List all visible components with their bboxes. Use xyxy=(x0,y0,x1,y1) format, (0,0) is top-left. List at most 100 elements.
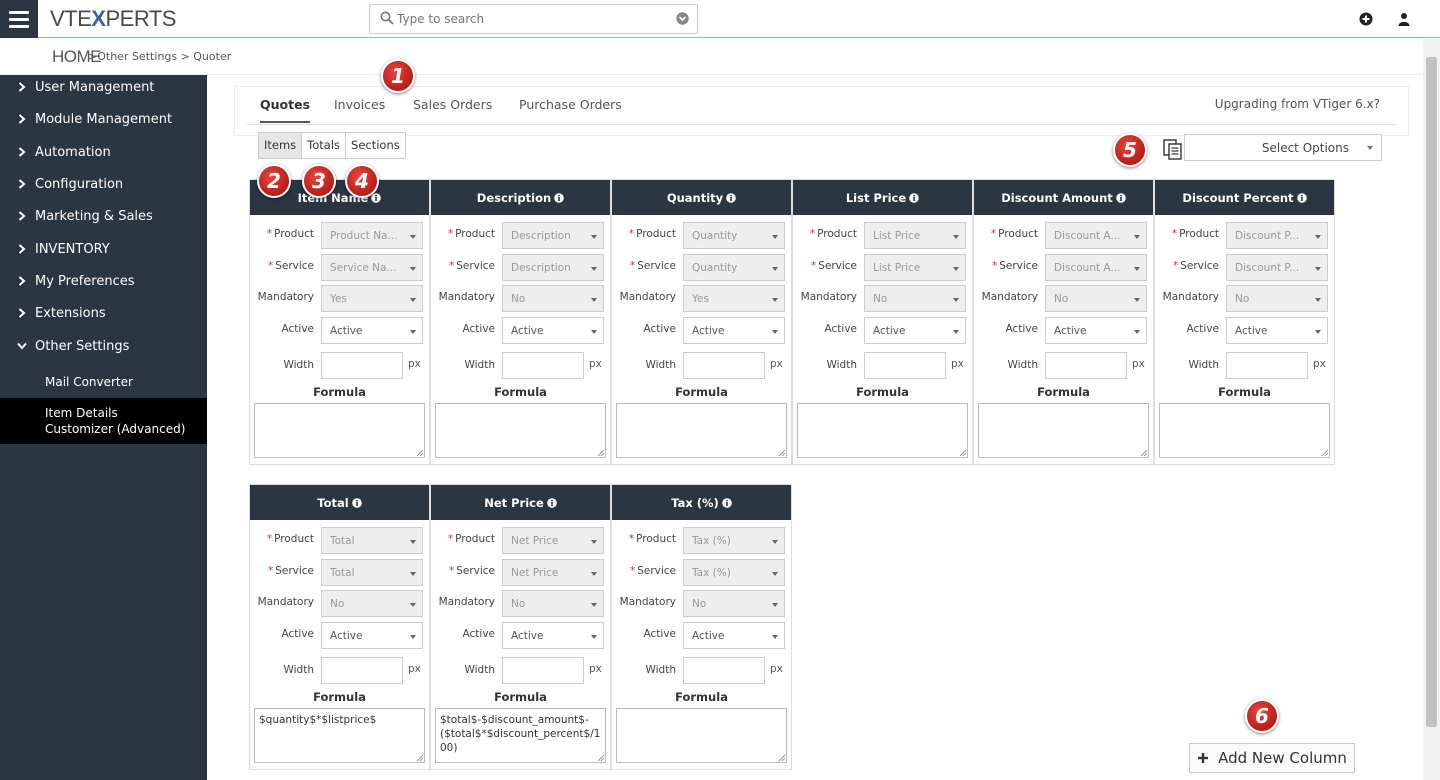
active-select[interactable]: Active xyxy=(502,622,604,649)
sidebar-item-automation[interactable]: Automation xyxy=(0,137,207,167)
formula-textarea[interactable] xyxy=(1159,403,1330,458)
add-new-column-button[interactable]: Add New Column xyxy=(1189,743,1355,773)
sidebar-item-module-management[interactable]: Module Management xyxy=(0,104,207,134)
mandatory-select[interactable]: Yes xyxy=(321,285,423,312)
info-icon[interactable] xyxy=(726,192,736,203)
formula-textarea[interactable] xyxy=(616,708,787,763)
mandatory-select[interactable]: No xyxy=(864,285,966,312)
sidebar-item-user-management[interactable]: User Management xyxy=(0,72,207,102)
width-input[interactable] xyxy=(1045,352,1127,379)
resize-grip-icon[interactable] xyxy=(1140,449,1147,456)
active-select[interactable]: Active xyxy=(321,622,423,649)
mandatory-select[interactable]: No xyxy=(502,285,604,312)
tab-quotes[interactable]: Quotes xyxy=(260,97,311,123)
width-input[interactable] xyxy=(864,352,946,379)
search-box[interactable] xyxy=(369,4,698,34)
service-select[interactable]: Discount A... xyxy=(1045,254,1147,281)
formula-textarea[interactable] xyxy=(435,403,606,458)
active-select[interactable]: Active xyxy=(864,317,966,344)
info-icon[interactable] xyxy=(554,192,564,203)
product-select[interactable]: Tax (%) xyxy=(683,527,785,554)
resize-grip-icon[interactable] xyxy=(416,449,423,456)
product-select[interactable]: Product Na... xyxy=(321,222,423,249)
service-select[interactable]: Discount P... xyxy=(1226,254,1328,281)
upgrade-link[interactable]: Upgrading from VTiger 6.x? xyxy=(1215,97,1380,111)
app-logo[interactable]: VTEXPERTS xyxy=(50,6,176,32)
mandatory-select[interactable]: No xyxy=(321,590,423,617)
subtab-items[interactable]: Items xyxy=(259,133,303,158)
info-icon[interactable] xyxy=(909,192,919,203)
width-input[interactable] xyxy=(502,657,584,684)
service-select[interactable]: List Price xyxy=(864,254,966,281)
subtab-totals[interactable]: Totals xyxy=(302,133,347,158)
mandatory-select[interactable]: No xyxy=(1045,285,1147,312)
mandatory-select[interactable]: No xyxy=(502,590,604,617)
active-select[interactable]: Active xyxy=(683,317,785,344)
formula-textarea[interactable] xyxy=(254,403,425,458)
sidebar-subitem-item-details-customizer[interactable]: Item Details Customizer (Advanced) xyxy=(0,398,207,444)
resize-grip-icon[interactable] xyxy=(1321,449,1328,456)
service-select[interactable]: Tax (%) xyxy=(683,559,785,586)
service-select[interactable]: Service Na... xyxy=(321,254,423,281)
sidebar-item-other-settings[interactable]: Other Settings xyxy=(0,331,207,361)
add-plus-circle-icon[interactable] xyxy=(1359,12,1373,26)
breadcrumb-path[interactable]: >Other Settings > Quoter xyxy=(88,50,231,63)
width-input[interactable] xyxy=(683,352,765,379)
sidebar-item-extensions[interactable]: Extensions xyxy=(0,298,207,328)
width-input[interactable] xyxy=(502,352,584,379)
service-select[interactable]: Total xyxy=(321,559,423,586)
resize-grip-icon[interactable] xyxy=(959,449,966,456)
user-icon[interactable] xyxy=(1397,12,1411,26)
sidebar-item-marketing-sales[interactable]: Marketing & Sales xyxy=(0,201,207,231)
hamburger-menu-icon[interactable] xyxy=(0,0,38,38)
width-input[interactable] xyxy=(683,657,765,684)
scrollbar-thumb[interactable] xyxy=(1426,57,1437,727)
formula-textarea[interactable] xyxy=(797,403,968,458)
tab-sales-orders[interactable]: Sales Orders xyxy=(413,97,492,121)
formula-textarea[interactable] xyxy=(978,403,1149,458)
sidebar-item-inventory[interactable]: INVENTORY xyxy=(0,234,207,264)
product-select[interactable]: Discount A... xyxy=(1045,222,1147,249)
width-input[interactable] xyxy=(321,352,403,379)
resize-grip-icon[interactable] xyxy=(597,449,604,456)
product-select[interactable]: Net Price xyxy=(502,527,604,554)
service-select[interactable]: Net Price xyxy=(502,559,604,586)
info-icon[interactable] xyxy=(1115,192,1126,203)
info-icon[interactable] xyxy=(546,497,557,508)
active-select[interactable]: Active xyxy=(321,317,423,344)
service-select[interactable]: Description xyxy=(502,254,604,281)
info-icon[interactable] xyxy=(721,497,732,508)
active-select[interactable]: Active xyxy=(502,317,604,344)
active-select[interactable]: Active xyxy=(683,622,785,649)
product-select[interactable]: Description xyxy=(502,222,604,249)
resize-grip-icon[interactable] xyxy=(778,449,785,456)
resize-grip-icon[interactable] xyxy=(778,754,785,761)
resize-grip-icon[interactable] xyxy=(416,754,423,761)
search-input[interactable] xyxy=(397,10,667,28)
formula-textarea[interactable]: $quantity$*$listprice$ xyxy=(254,708,425,763)
resize-grip-icon[interactable] xyxy=(597,754,604,761)
formula-textarea[interactable] xyxy=(616,403,787,458)
sidebar-item-configuration[interactable]: Configuration xyxy=(0,169,207,199)
sidebar-subitem-mail-converter[interactable]: Mail Converter xyxy=(0,375,207,389)
product-select[interactable]: Quantity xyxy=(683,222,785,249)
mandatory-select[interactable]: No xyxy=(1226,285,1328,312)
select-options-dropdown[interactable]: Select Options xyxy=(1184,134,1382,161)
active-select[interactable]: Active xyxy=(1226,317,1328,344)
product-select[interactable]: Total xyxy=(321,527,423,554)
subtab-sections[interactable]: Sections xyxy=(346,133,405,158)
product-select[interactable]: List Price xyxy=(864,222,966,249)
service-select[interactable]: Quantity xyxy=(683,254,785,281)
info-icon[interactable] xyxy=(351,497,362,508)
active-select[interactable]: Active xyxy=(1045,317,1147,344)
tab-purchase-orders[interactable]: Purchase Orders xyxy=(519,97,622,121)
mandatory-select[interactable]: Yes xyxy=(683,285,785,312)
formula-textarea[interactable]: $total$-$discount_amount$-($total$*$disc… xyxy=(435,708,606,763)
product-select[interactable]: Discount P... xyxy=(1226,222,1328,249)
vertical-scrollbar[interactable] xyxy=(1423,39,1440,780)
chevron-down-circle-icon[interactable] xyxy=(676,12,689,25)
width-input[interactable] xyxy=(321,657,403,684)
sidebar-item-my-preferences[interactable]: My Preferences xyxy=(0,266,207,296)
copy-document-icon[interactable] xyxy=(1163,139,1183,161)
mandatory-select[interactable]: No xyxy=(683,590,785,617)
